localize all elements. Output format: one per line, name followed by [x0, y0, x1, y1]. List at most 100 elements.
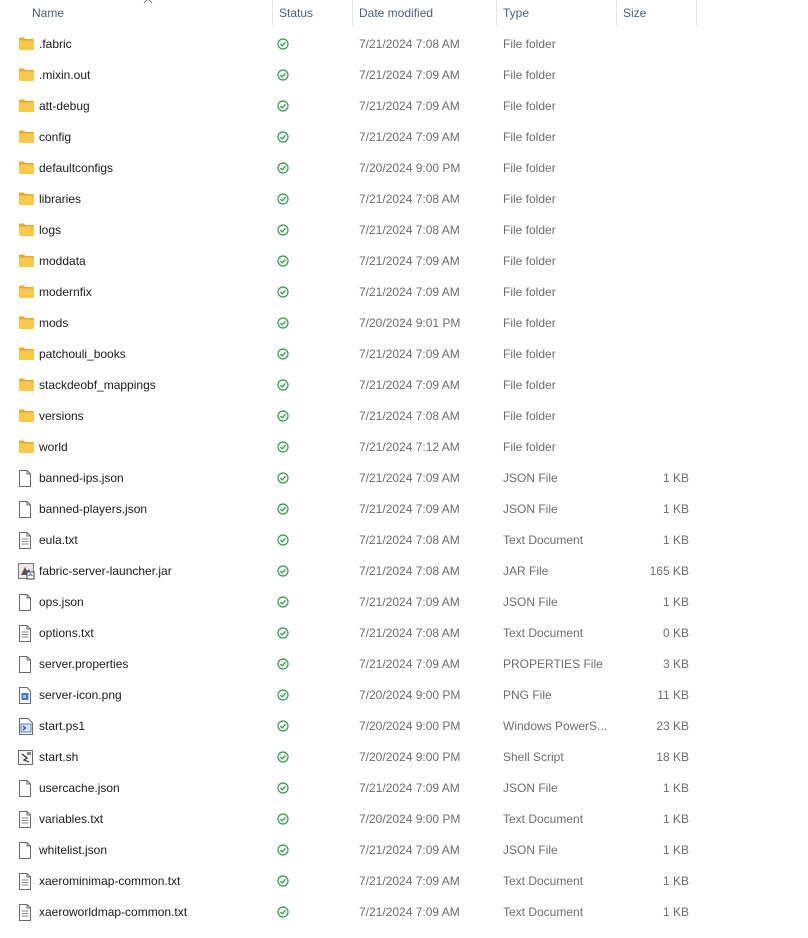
column-header-type[interactable]: Type	[503, 0, 615, 26]
sync-status-available-icon	[277, 649, 297, 680]
file-name[interactable]: att-debug	[39, 91, 269, 122]
file-date-modified: 7/21/2024 7:09 AM	[359, 781, 460, 795]
file-row[interactable]: xaeroworldmap-common.txt 7/21/2024 7:09 A…	[0, 897, 808, 928]
column-divider[interactable]	[496, 0, 497, 26]
sync-status-available-icon	[277, 432, 297, 463]
file-name[interactable]: .mixin.out	[39, 60, 269, 91]
file-row[interactable]: options.txt 7/21/2024 7:08 AM Text Documen…	[0, 618, 808, 649]
file-name[interactable]: server.properties	[39, 649, 269, 680]
file-row[interactable]: eula.txt 7/21/2024 7:08 AM Text Document 1 …	[0, 525, 808, 556]
file-type: Text Document	[503, 905, 584, 919]
file-name[interactable]: eula.txt	[39, 525, 269, 556]
file-name[interactable]: server-icon.png	[39, 680, 269, 711]
file-type: File folder	[503, 285, 556, 299]
file-name[interactable]: fabric-server-launcher.jar	[39, 556, 269, 587]
file-row[interactable]: mods 7/20/2024 9:01 PM File folder	[0, 308, 808, 339]
column-divider[interactable]	[696, 0, 697, 26]
column-divider[interactable]	[616, 0, 617, 26]
file-row[interactable]: start.ps1 7/20/2024 9:00 PM Windows PowerS…	[0, 711, 808, 742]
file-size: 23 KB	[656, 719, 689, 733]
file-row[interactable]: banned-ips.json 7/21/2024 7:09 AM JSON Fil…	[0, 463, 808, 494]
file-row[interactable]: versions 7/21/2024 7:08 AM File folder	[0, 401, 808, 432]
file-row[interactable]: server.properties 7/21/2024 7:09 AM PROPER…	[0, 649, 808, 680]
column-divider[interactable]	[352, 0, 353, 26]
file-row[interactable]: patchouli_books 7/21/2024 7:09 AM File fol…	[0, 339, 808, 370]
file-row[interactable]: usercache.json 7/21/2024 7:09 AM JSON File…	[0, 773, 808, 804]
file-name[interactable]: moddata	[39, 246, 269, 277]
sync-status-available-icon	[277, 525, 297, 556]
file-size: 1 KB	[662, 781, 689, 795]
file-name[interactable]: modernfix	[39, 277, 269, 308]
file-name[interactable]: options.txt	[39, 618, 269, 649]
sync-status-available-icon	[277, 556, 297, 587]
file-row[interactable]: modernfix 7/21/2024 7:09 AM File folder	[0, 277, 808, 308]
file-row[interactable]: variables.txt 7/20/2024 9:00 PM Text Docum…	[0, 804, 808, 835]
sync-status-available-icon	[277, 804, 297, 835]
file-row[interactable]: fabric-server-launcher.jar 7/21/2024 7:08…	[0, 556, 808, 587]
file-name[interactable]: defaultconfigs	[39, 153, 269, 184]
file-name[interactable]: config	[39, 122, 269, 153]
file-name[interactable]: start.ps1	[39, 711, 269, 742]
file-date-modified: 7/20/2024 9:00 PM	[359, 688, 461, 702]
sync-status-available-icon	[277, 370, 297, 401]
file-row[interactable]: moddata 7/21/2024 7:09 AM File folder	[0, 246, 808, 277]
file-date-modified: 7/20/2024 9:00 PM	[359, 719, 461, 733]
file-date-modified: 7/21/2024 7:08 AM	[359, 192, 460, 206]
file-name[interactable]: variables.txt	[39, 804, 269, 835]
file-name[interactable]: versions	[39, 401, 269, 432]
folder-icon	[18, 29, 36, 60]
file-row[interactable]: server-icon.png 7/20/2024 9:00 PM PNG File…	[0, 680, 808, 711]
file-type: File folder	[503, 37, 556, 51]
folder-icon	[18, 60, 36, 91]
file-name[interactable]: xaeroworldmap-common.txt	[39, 897, 269, 928]
file-name[interactable]: banned-players.json	[39, 494, 269, 525]
file-type: File folder	[503, 99, 556, 113]
file-name[interactable]: whitelist.json	[39, 835, 269, 866]
file-name[interactable]: .fabric	[39, 29, 269, 60]
file-row[interactable]: stackdeobf_mappings 7/21/2024 7:09 AM File…	[0, 370, 808, 401]
file-row[interactable]: .mixin.out 7/21/2024 7:09 AM File folder	[0, 60, 808, 91]
file-row[interactable]: config 7/21/2024 7:09 AM File folder	[0, 122, 808, 153]
file-name[interactable]: stackdeobf_mappings	[39, 370, 269, 401]
file-type: File folder	[503, 254, 556, 268]
file-row[interactable]: banned-players.json 7/21/2024 7:09 AM JSON…	[0, 494, 808, 525]
file-size	[620, 246, 689, 277]
file-row[interactable]: libraries 7/21/2024 7:08 AM File folder	[0, 184, 808, 215]
file-row[interactable]: start.sh 7/20/2024 9:00 PM Shell Script 18 …	[0, 742, 808, 773]
file-size: 11 KB	[657, 688, 689, 702]
file-type: JSON File	[503, 781, 558, 795]
file-row[interactable]: att-debug 7/21/2024 7:09 AM File folder	[0, 91, 808, 122]
file-name[interactable]: world	[39, 432, 269, 463]
sync-status-available-icon	[277, 91, 297, 122]
sync-status-available-icon	[277, 618, 297, 649]
file-row[interactable]: logs 7/21/2024 7:08 AM File folder	[0, 215, 808, 246]
file-size	[620, 153, 689, 184]
file-size: 165 KB	[649, 564, 689, 578]
file-name[interactable]: libraries	[39, 184, 269, 215]
file-row[interactable]: defaultconfigs 7/20/2024 9:00 PM File fold…	[0, 153, 808, 184]
file-name[interactable]: xaerominimap-common.txt	[39, 866, 269, 897]
file-name[interactable]: mods	[39, 308, 269, 339]
file-date-modified: 7/21/2024 7:09 AM	[359, 657, 460, 671]
file-row[interactable]: ops.json 7/21/2024 7:09 AM JSON File 1 KB	[0, 587, 808, 618]
column-header-size[interactable]: Size	[623, 0, 695, 26]
text-document-icon	[18, 897, 36, 928]
file-row[interactable]: whitelist.json 7/21/2024 7:09 AM JSON File…	[0, 835, 808, 866]
column-header-date-modified[interactable]: Date modified	[359, 0, 495, 26]
file-row[interactable]: xaerominimap-common.txt 7/21/2024 7:09 AM…	[0, 866, 808, 897]
file-name[interactable]: ops.json	[39, 587, 269, 618]
file-name[interactable]: logs	[39, 215, 269, 246]
file-row[interactable]: world 7/21/2024 7:12 AM File folder	[0, 432, 808, 463]
file-name[interactable]: usercache.json	[39, 773, 269, 804]
column-divider[interactable]	[272, 0, 273, 26]
file-date-modified: 7/21/2024 7:09 AM	[359, 843, 460, 857]
file-name[interactable]: banned-ips.json	[39, 463, 269, 494]
file-name[interactable]: patchouli_books	[39, 339, 269, 370]
column-header-status[interactable]: Status	[279, 0, 351, 26]
column-header-status-label: Status	[279, 6, 314, 20]
file-date-modified: 7/21/2024 7:09 AM	[359, 378, 460, 392]
file-name[interactable]: start.sh	[39, 742, 269, 773]
file-size	[620, 370, 689, 401]
file-type: JSON File	[503, 595, 558, 609]
file-row[interactable]: .fabric 7/21/2024 7:08 AM File folder	[0, 29, 808, 60]
